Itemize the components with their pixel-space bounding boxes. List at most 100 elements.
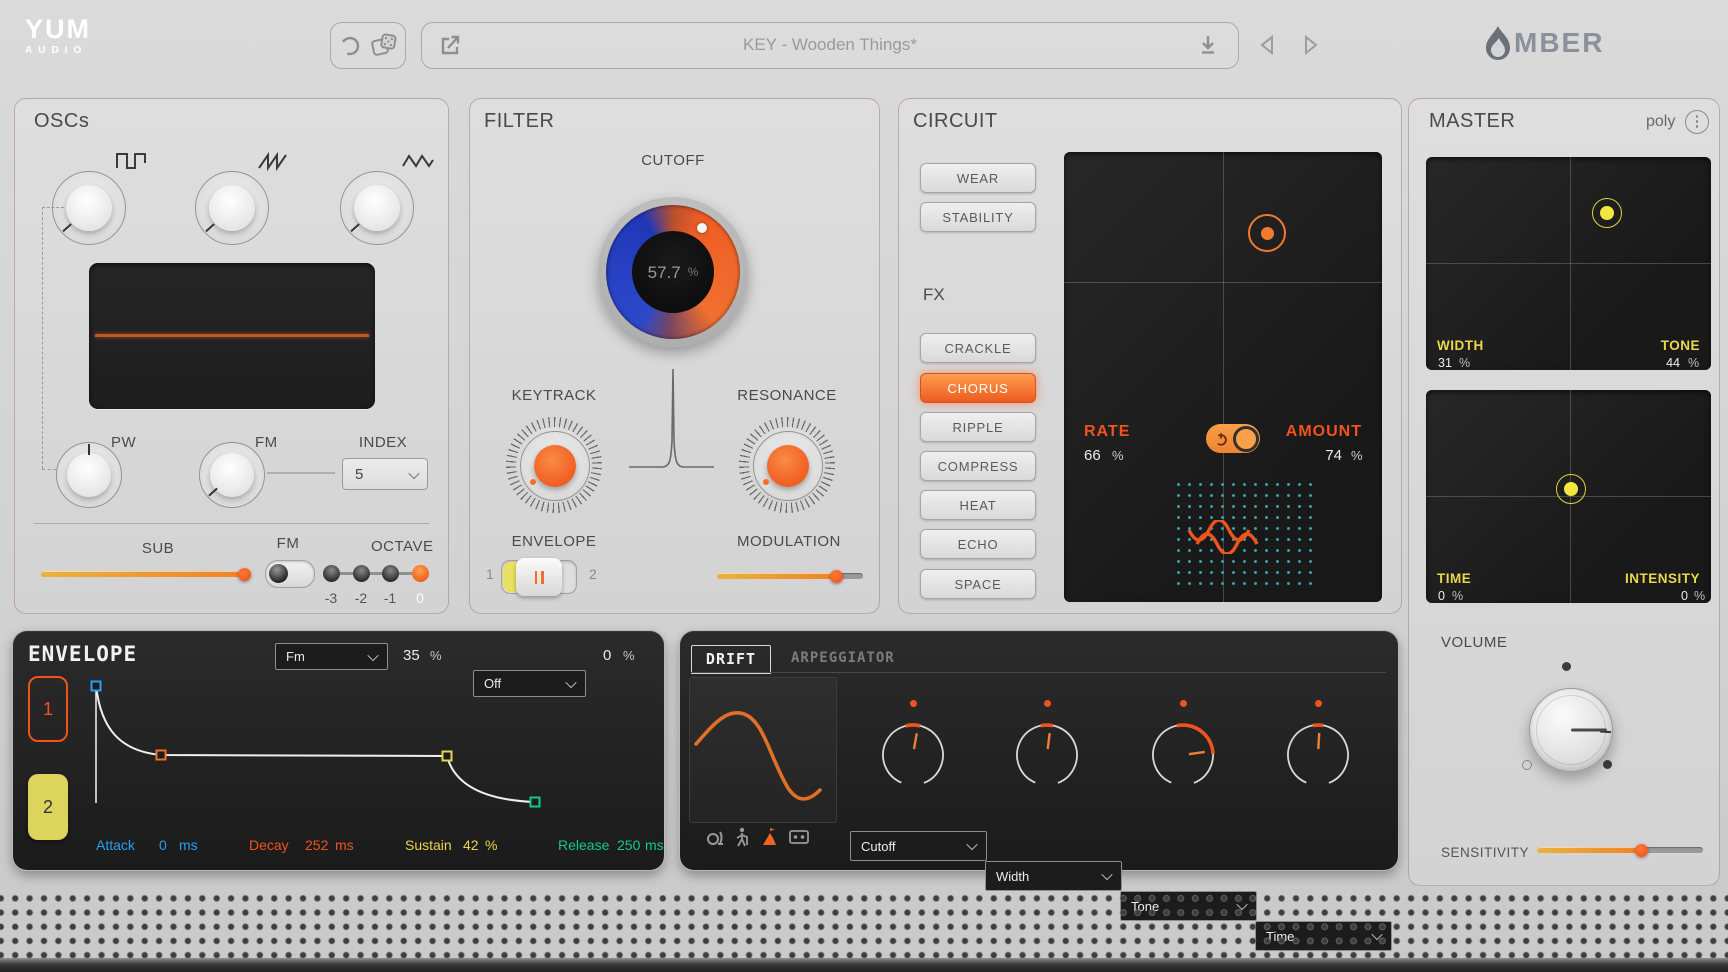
sustain-handle[interactable] [443,752,452,761]
sub-slider-thumb[interactable] [238,568,251,581]
wear-button[interactable]: WEAR [920,163,1036,193]
history-icon[interactable] [338,33,362,57]
modulation-slider-thumb[interactable] [830,570,843,583]
attack-label: Attack [96,838,135,852]
time-value: 0 [1438,590,1445,603]
octave-option-0[interactable] [412,565,429,582]
envelope-option-2[interactable]: 2 [589,567,597,581]
env-mod1-select[interactable]: Fm [275,643,388,670]
fx-button-chorus[interactable]: CHORUS [920,373,1036,403]
octave-option--3[interactable] [323,565,340,582]
osc3-level-knob[interactable] [340,171,414,245]
mod-connector [42,207,64,208]
index-label: INDEX [353,435,413,450]
modulation-slider[interactable] [717,573,863,579]
info-icon[interactable] [1685,110,1709,134]
attack-handle[interactable] [92,682,101,691]
osc1-level-knob[interactable] [52,171,126,245]
fm-toggle-handle[interactable] [269,564,288,583]
fm-toggle[interactable] [265,560,315,588]
envelope-graph[interactable] [73,668,635,820]
envelope-panel: ENVELOPE Fm 35 % Off 0 % 1 2 Attack 0 [13,631,664,870]
envelope-option-1[interactable]: 1 [486,567,494,581]
circuit-xy-pad[interactable]: RATE 66 % AMOUNT 74 % [1064,152,1382,602]
dice-icon[interactable] [369,31,399,61]
release-value[interactable]: 250 [617,838,640,852]
tab-drift[interactable]: DRIFT [691,645,771,674]
preset-name[interactable]: KEY - Wooden Things* [422,36,1238,53]
stability-button-label: STABILITY [942,211,1013,224]
fx-button-compress[interactable]: COMPRESS [920,451,1036,481]
osc2-level-knob[interactable] [195,171,269,245]
sub-slider[interactable] [41,571,247,577]
tab-underline [691,672,1386,673]
index-select[interactable]: 5 [342,458,428,490]
release-handle[interactable] [531,798,540,807]
attack-value[interactable]: 0 [159,838,167,852]
resonance-knob[interactable] [739,417,835,513]
drift-knob-tone[interactable] [1148,720,1218,790]
stability-button[interactable]: STABILITY [920,202,1036,232]
octave-option--2[interactable] [353,565,370,582]
envelope-tab-1[interactable]: 1 [28,676,68,742]
decay-handle[interactable] [157,751,166,760]
envelope-toggle-handle[interactable] [516,558,562,596]
envelope-select-toggle[interactable] [501,560,577,594]
fx-button-ripple[interactable]: RIPPLE [920,412,1036,442]
circuit-xy-point[interactable] [1248,214,1286,252]
save-download-icon[interactable] [1196,33,1220,57]
oscs-panel: OSCs PW [14,98,449,614]
fx-button-label: ECHO [958,538,999,551]
bottom-edge [0,958,1728,972]
cutoff-label: CUTOFF [623,153,723,168]
sensitivity-label: SENSITIVITY [1441,846,1529,860]
cutoff-knob[interactable]: 57.7 % [598,197,748,347]
preset-bar[interactable]: KEY - Wooden Things* [421,22,1239,69]
intensity-label: INTENSITY [1590,572,1700,586]
fx-button-echo[interactable]: ECHO [920,529,1036,559]
tab-arpeggiator[interactable]: ARPEGGIATOR [791,651,895,665]
fx-button-heat[interactable]: HEAT [920,490,1036,520]
rate-unit: % [1112,449,1124,462]
time-label: TIME [1437,572,1471,586]
drift-target-select-2[interactable]: Width [985,861,1122,891]
fx-button-crackle[interactable]: CRACKLE [920,333,1036,363]
sub-label: SUB [128,541,188,556]
voice-mode[interactable]: poly [1646,114,1675,130]
snail-icon[interactable] [705,829,725,847]
octave-option--1[interactable] [382,565,399,582]
tape-icon[interactable] [789,830,809,845]
tone-value: 44 [1570,357,1680,370]
envelope-tab-2[interactable]: 2 [28,774,68,840]
time-intensity-pad[interactable]: TIME 0 % INTENSITY 0 % [1426,390,1711,603]
sustain-value[interactable]: 42 [463,838,479,852]
amount-value: 74 [1222,448,1342,463]
env-mod2-amount: 0 [603,648,611,663]
hiker-icon[interactable] [733,827,751,847]
keytrack-knob[interactable] [506,417,602,513]
width-tone-point[interactable] [1592,198,1622,228]
drift-knob-time[interactable] [1283,720,1353,790]
drift-knob-width[interactable] [1012,720,1082,790]
rate-label: RATE [1084,424,1130,440]
next-preset-button[interactable] [1297,32,1323,58]
prev-preset-button[interactable] [1255,32,1281,58]
chevron-down-icon [966,839,977,850]
sustain-label: Sustain [405,838,452,852]
fm-knob[interactable] [199,442,265,508]
sensitivity-slider[interactable] [1537,847,1703,853]
pw-knob[interactable] [56,442,122,508]
time-intensity-point[interactable] [1556,474,1586,504]
decay-unit: ms [335,838,354,852]
drift-target-select-1[interactable]: Cutoff [850,831,987,861]
volume-knob[interactable] [1529,688,1613,772]
sensitivity-slider-thumb[interactable] [1635,844,1648,857]
tab-drift-label: DRIFT [706,652,756,667]
drift-knob-cutoff[interactable] [878,720,948,790]
mountain-flag-icon[interactable] [761,827,781,847]
fx-button-space[interactable]: SPACE [920,569,1036,599]
width-tone-pad[interactable]: WIDTH 31 % TONE 44 % [1426,157,1711,370]
fx-button-label: CHORUS [947,382,1008,395]
decay-value[interactable]: 252 [305,838,328,852]
modulation-label: MODULATION [737,534,837,549]
